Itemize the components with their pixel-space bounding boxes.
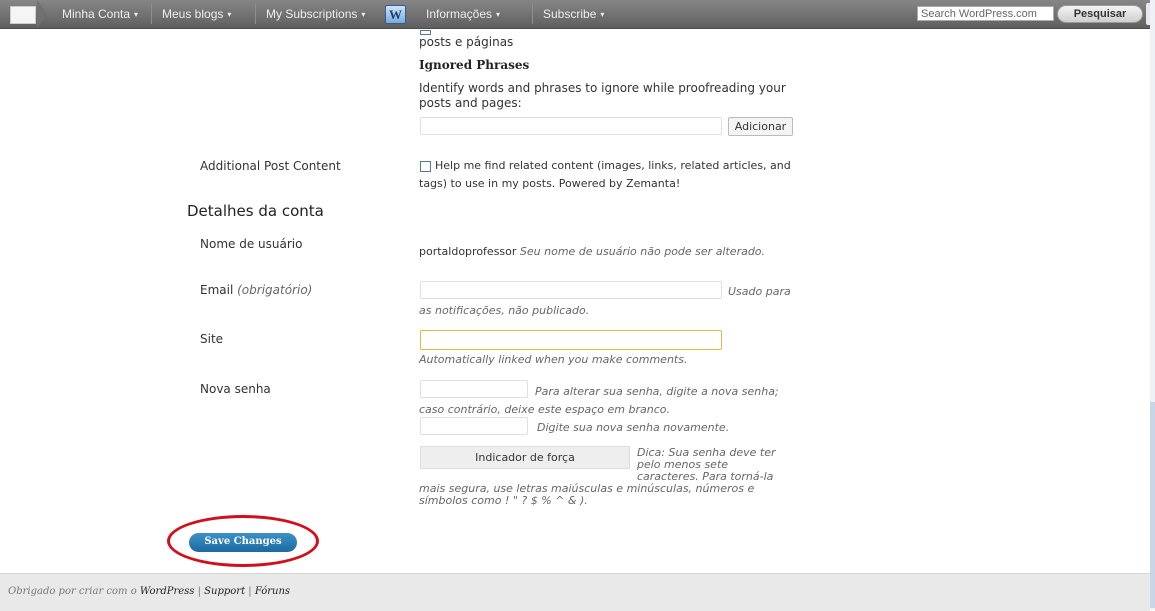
add-phrase-button[interactable]: Adicionar [728, 117, 793, 136]
red-annotation-circle [167, 515, 319, 567]
ignored-phrases-heading: Ignored Phrases [419, 58, 530, 72]
password-strength-indicator: Indicador de força [420, 446, 630, 469]
email-input[interactable] [420, 281, 722, 299]
site-label: Site [200, 332, 224, 346]
menu-meus-blogs-label: Meus blogs [162, 7, 224, 21]
username-label: Nome de usuário [200, 237, 303, 251]
chevron-down-icon: ▾ [600, 10, 605, 19]
chevron-down-icon: ▾ [361, 10, 366, 19]
password-hint-5: símbolos como ! " ? $ % ^ & ). [419, 494, 588, 507]
site-note: Automatically linked when you make comme… [419, 353, 688, 366]
password-note-1: Para alterar sua senha, digite a nova se… [535, 385, 779, 398]
menu-informacoes-label: Informações [426, 7, 493, 21]
email-label-row: Email (obrigatório) [200, 283, 312, 297]
footer-separator: | [197, 586, 201, 597]
password-repeat-note: Digite sua nova senha novamente. [537, 421, 730, 434]
admin-bar: Minha Conta ▾ Meus blogs ▾ My Subscription… [0, 0, 1152, 29]
footer-forums-link[interactable]: Fóruns [255, 586, 290, 597]
wordpress-logo-icon[interactable]: W [385, 5, 406, 24]
password-label: Nova senha [200, 382, 271, 396]
footer-wordpress-link[interactable]: WordPress [140, 586, 195, 597]
menu-meus-blogs[interactable]: Meus blogs ▾ [162, 7, 231, 21]
footer: Obrigado por criar com o WordPress | Sup… [0, 573, 1150, 611]
search-input[interactable]: Search WordPress.com [917, 6, 1054, 21]
adminbar-divider [532, 4, 533, 24]
search-button[interactable]: Pesquisar [1057, 5, 1143, 23]
adminbar-divider [151, 4, 152, 24]
site-input[interactable] [420, 330, 722, 350]
account-details-heading: Detalhes da conta [187, 202, 324, 220]
menu-minha-conta[interactable]: Minha Conta ▾ [62, 7, 138, 21]
adminbar-divider [255, 4, 256, 24]
username-value: portaldoprofessor [419, 245, 517, 258]
footer-support-link[interactable]: Support [204, 586, 245, 597]
menu-my-subscriptions[interactable]: My Subscriptions ▾ [266, 7, 365, 21]
footer-prefix: Obrigado por criar com o [8, 586, 137, 597]
menu-informacoes[interactable]: Informações ▾ [426, 7, 500, 21]
password-input[interactable] [420, 380, 528, 398]
proofread-option-text: posts e páginas [419, 35, 514, 49]
chevron-down-icon: ▾ [227, 10, 232, 19]
zemanta-checkbox-text: Help me find related content (images, li… [419, 159, 791, 190]
chevron-down-icon: ▾ [496, 10, 501, 19]
username-note: Seu nome de usuário não pode ser alterad… [519, 245, 766, 258]
ignored-phrases-description: Identify words and phrases to ignore whi… [419, 81, 786, 110]
email-note-1: Usado para [728, 285, 791, 298]
chevron-down-icon: ▾ [134, 10, 139, 19]
email-required: (obrigatório) [237, 283, 313, 297]
username-row: portaldoprofessor Seu nome de usuário nã… [419, 244, 765, 259]
footer-separator: | [248, 586, 252, 597]
password-repeat-input[interactable] [420, 417, 528, 435]
menu-subscribe[interactable]: Subscribe ▾ [543, 7, 604, 21]
home-icon[interactable] [10, 6, 36, 24]
email-note-2: as notificações, não publicado. [419, 304, 590, 317]
footer-text: Obrigado por criar com o WordPress | Sup… [8, 586, 290, 597]
email-label: Email [200, 283, 234, 297]
password-note-2: caso contrário, deixe este espaço em bra… [419, 403, 670, 416]
additional-content-label: Additional Post Content [200, 159, 341, 173]
menu-subscribe-label: Subscribe [543, 7, 597, 21]
ignored-phrase-input[interactable] [420, 117, 722, 135]
adminbar-arrow-divider [37, 0, 47, 28]
menu-minha-conta-label: Minha Conta [62, 7, 131, 21]
menu-my-subscriptions-label: My Subscriptions [266, 7, 358, 21]
scrollbar-thumb[interactable] [1150, 402, 1155, 608]
